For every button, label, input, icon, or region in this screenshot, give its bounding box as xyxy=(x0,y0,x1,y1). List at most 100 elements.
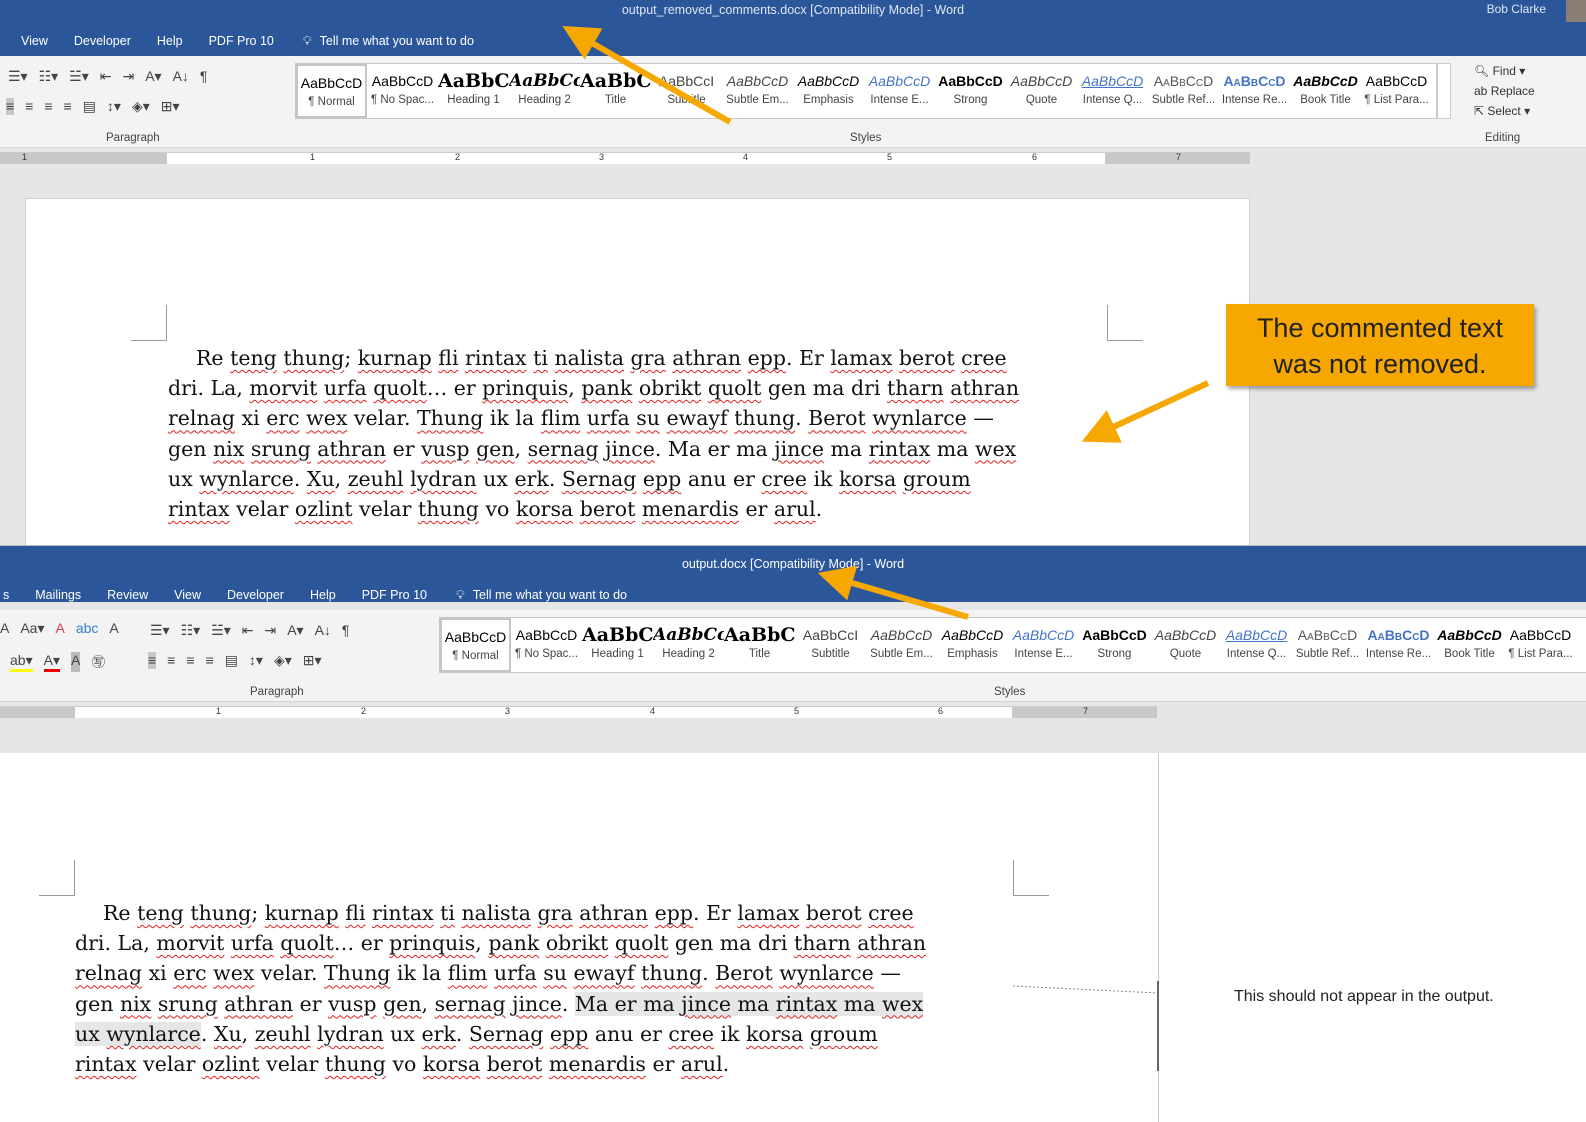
style-name: Heading 2 xyxy=(518,94,571,106)
style-intense-e[interactable]: AaBbCcD Intense E... xyxy=(864,64,935,118)
text-segment: relnag xi erc wex velar. Thung ik la fli… xyxy=(168,406,994,431)
style-subtitle[interactable]: AaBbCcI Subtitle xyxy=(651,64,722,118)
select-button[interactable]: ⇱ Select ▾ xyxy=(1474,104,1535,118)
style-name: Book Title xyxy=(1300,94,1351,106)
gallery-scroll[interactable] xyxy=(1437,63,1451,119)
paragraph-tools-row2: ≡ ≡ ≡ ≡ ▤ ↕▾ ◈▾ ⊞▾ xyxy=(6,98,180,115)
text-line: ux wynlarce. Xu, zeuhl lydran ux erk. Se… xyxy=(168,464,1019,494)
style-heading-2[interactable]: AaBbCc Heading 2 xyxy=(509,64,580,118)
ruler-number: 2 xyxy=(455,152,461,162)
style-list-para[interactable]: AaBbCcD ¶ List Para... xyxy=(1361,64,1432,118)
style-preview: AaBbCcI xyxy=(658,73,715,89)
tab-pdf-pro[interactable]: PDF Pro 10 xyxy=(196,34,287,48)
text-direction-icon[interactable]: A▾ xyxy=(145,68,161,85)
decrease-indent-icon[interactable]: ⇤ xyxy=(100,68,112,85)
ruler-number: 1 xyxy=(310,152,316,162)
ribbon: ☰▾ ☷▾ ☱▾ ⇤ ⇥ A▾ A↓ ¶ ≡ ≡ ≡ ≡ ▤ ↕▾ ◈▾ ⊞▾ Paragraph AaBb… xyxy=(0,56,1586,148)
style-name: Intense E... xyxy=(870,94,929,106)
style-preview: AaBbC( xyxy=(438,70,509,92)
style-subtle-em[interactable]: AaBbCcD Subtle Em... xyxy=(722,64,793,118)
align-right-icon[interactable]: ≡ xyxy=(44,98,52,115)
shading-icon[interactable]: ◈▾ xyxy=(132,98,150,115)
ruler-number: 7 xyxy=(1176,152,1182,162)
replace-button[interactable]: ab Replace xyxy=(1474,84,1535,98)
text-line: gen nix srung athran er vusp gen, sernag… xyxy=(168,434,1019,464)
distributed-icon[interactable]: ▤ xyxy=(83,98,96,115)
align-left-icon[interactable]: ≡ xyxy=(6,98,15,115)
tab-help[interactable]: Help xyxy=(144,34,196,48)
borders-icon[interactable]: ⊞▾ xyxy=(161,98,180,115)
pilcrow-icon[interactable]: ¶ xyxy=(200,68,208,85)
style-name: Intense Q... xyxy=(1082,94,1143,106)
margin-corner xyxy=(131,305,167,341)
style-no-spac[interactable]: AaBbCcD ¶ No Spac... xyxy=(367,64,438,118)
replace-label: Replace xyxy=(1490,84,1535,98)
find-label: Find xyxy=(1492,64,1516,78)
styles-group-label: Styles xyxy=(850,132,882,144)
comment-text[interactable]: This should not appear in the output. xyxy=(1234,988,1494,1006)
tab-developer[interactable]: Developer xyxy=(61,34,144,48)
style-subtle-ref[interactable]: AaBbCcD Subtle Ref... xyxy=(1148,64,1219,118)
style-heading-1[interactable]: AaBbC( Heading 1 xyxy=(438,64,509,118)
style-name: Title xyxy=(604,94,627,106)
multilevel-list-icon[interactable]: ☱▾ xyxy=(69,68,89,85)
justify-icon[interactable]: ≡ xyxy=(64,98,72,115)
styles-gallery: AaBbCcD¶ NormalAaBbCcD¶ No Spac...AaBbC(… xyxy=(295,63,1437,119)
ribbon-tabs: View Developer Help PDF Pro 10 💡︎ Tell me… xyxy=(8,28,474,54)
tab-view[interactable]: View xyxy=(8,34,61,48)
text-segment: ux wynlarce. Xu, zeuhl lydran ux erk. Se… xyxy=(168,466,971,491)
bullets-icon[interactable]: ☰▾ xyxy=(8,68,28,85)
user-name[interactable]: Bob Clarke xyxy=(1487,2,1546,16)
paragraph-group-label: Paragraph xyxy=(106,132,160,144)
comment-connector xyxy=(1012,981,1159,1071)
style-name: Heading 1 xyxy=(447,94,500,106)
find-button[interactable]: 🔍︎ Find ▾ xyxy=(1474,64,1535,78)
editing-group-label: Editing xyxy=(1485,132,1521,144)
ruler-number: 6 xyxy=(1032,152,1038,162)
text-line: Re teng thung; kurnap fli rintax ti nali… xyxy=(168,343,1019,373)
style-preview: AaBbCcD xyxy=(797,73,860,89)
align-center-icon[interactable]: ≡ xyxy=(25,98,33,115)
style-preview: AaBbCc xyxy=(509,71,580,91)
editing-group: 🔍︎ Find ▾ ab Replace ⇱ Select ▾ xyxy=(1474,64,1535,124)
line-spacing-icon[interactable]: ↕▾ xyxy=(107,98,121,115)
paragraph-tools-row1: ☰▾ ☷▾ ☱▾ ⇤ ⇥ A▾ A↓ ¶ xyxy=(8,68,207,85)
text-line: dri. La, morvit urfa quolt… er prinquis,… xyxy=(168,373,1019,403)
style-name: Subtitle xyxy=(667,94,706,106)
ruler-number: 5 xyxy=(887,152,893,162)
numbering-icon[interactable]: ☷▾ xyxy=(39,68,59,85)
callout-line: was not removed. xyxy=(1273,349,1487,379)
text-segment: dri. La, morvit urfa quolt… er prinquis,… xyxy=(168,376,1020,401)
sort-icon[interactable]: A↓ xyxy=(173,68,189,85)
style-name: Subtle Ref... xyxy=(1151,94,1216,106)
style-intense-re[interactable]: AaBbCcD Intense Re... xyxy=(1219,64,1290,118)
style-normal[interactable]: AaBbCcD ¶ Normal xyxy=(296,64,367,118)
text-segment: Re teng thung; kurnap fli rintax ti nali… xyxy=(196,346,1007,370)
style-quote[interactable]: AaBbCcD Quote xyxy=(1006,64,1077,118)
style-name: ¶ Normal xyxy=(308,96,355,108)
style-preview: AaBbCcD xyxy=(938,73,1003,89)
style-preview: AaBbCcD xyxy=(726,73,789,89)
tell-me-search[interactable]: 💡︎ Tell me what you want to do xyxy=(287,34,474,49)
avatar[interactable] xyxy=(1566,0,1586,22)
style-preview: AaBbCcD xyxy=(1010,73,1073,89)
document-body[interactable]: Re teng thung; kurnap fli rintax ti nali… xyxy=(168,343,1019,524)
style-name: Emphasis xyxy=(803,94,854,106)
style-strong[interactable]: AaBbCcD Strong xyxy=(935,64,1006,118)
style-name: Subtle Em... xyxy=(726,94,789,106)
tell-me-label: Tell me what you want to do xyxy=(319,34,474,48)
style-title[interactable]: AaBbC(Title xyxy=(580,64,651,118)
style-name: Strong xyxy=(953,94,988,106)
style-intense-q[interactable]: AaBbCcD Intense Q... xyxy=(1077,64,1148,118)
increase-indent-icon[interactable]: ⇥ xyxy=(122,68,134,85)
ruler-number: 1 xyxy=(22,152,28,162)
lightbulb-icon: 💡︎ xyxy=(302,33,312,48)
ruler-number: 4 xyxy=(743,152,749,162)
annotation-callout: The commented text was not removed. xyxy=(1226,304,1534,386)
horizontal-ruler[interactable]: 1 1 2 3 4 5 6 7 xyxy=(0,152,1250,164)
style-book-title[interactable]: AaBbCcD Book Title xyxy=(1290,64,1361,118)
style-preview: AaBbCcD xyxy=(1223,73,1286,89)
select-label: Select xyxy=(1487,104,1521,118)
bottom-word-window: output.docx [Compatibility Mode] - Word … xyxy=(0,545,1586,1122)
style-emphasis[interactable]: AaBbCcD Emphasis xyxy=(793,64,864,118)
